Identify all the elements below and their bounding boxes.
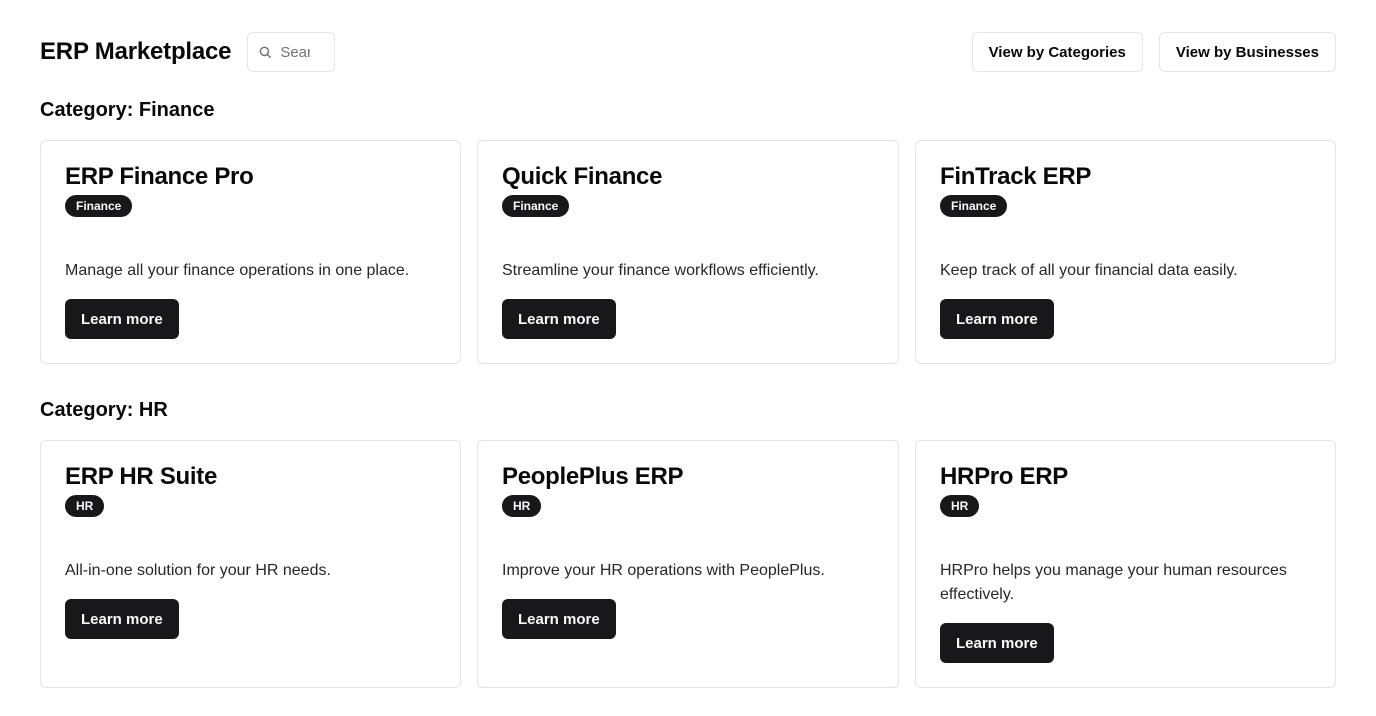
product-card: HRPro ERP HR HRPro helps you manage your… [915, 440, 1336, 688]
product-title: FinTrack ERP [940, 163, 1092, 190]
category-badge: HR [502, 495, 542, 517]
product-card: Quick Finance Finance Streamline your fi… [477, 140, 899, 364]
product-card: ERP Finance Pro Finance Manage all your … [40, 140, 461, 364]
search-box[interactable] [247, 32, 336, 72]
product-title: PeoplePlus ERP [502, 463, 684, 490]
product-card-grid: ERP Finance Pro Finance Manage all your … [40, 140, 1336, 364]
learn-more-button[interactable]: Learn more [502, 599, 616, 639]
product-description: Improve your HR operations with PeoplePl… [502, 562, 825, 579]
product-description: Keep track of all your financial data ea… [940, 262, 1238, 279]
search-input[interactable] [280, 43, 311, 61]
product-card: FinTrack ERP Finance Keep track of all y… [915, 140, 1336, 364]
category-heading: Category: Finance [40, 99, 215, 121]
product-title: ERP Finance Pro [65, 163, 254, 190]
product-description: Streamline your finance workflows effici… [502, 262, 819, 279]
learn-more-button[interactable]: Learn more [940, 299, 1054, 339]
category-badge: HR [940, 495, 980, 517]
learn-more-button[interactable]: Learn more [65, 299, 179, 339]
view-by-businesses-button[interactable]: View by Businesses [1158, 32, 1336, 72]
marketplace-page: ERP Marketplace View by Categories View … [0, 0, 1376, 716]
product-title: HRPro ERP [940, 463, 1068, 490]
category-section-hr: Category: HR ERP HR Suite HR All-in-one … [40, 398, 1336, 688]
category-badge: Finance [940, 195, 1008, 217]
header: ERP Marketplace View by Categories View … [40, 32, 1336, 72]
product-description: HRPro helps you manage your human resour… [940, 562, 1287, 603]
view-by-categories-button[interactable]: View by Categories [971, 32, 1143, 72]
product-title: ERP HR Suite [65, 463, 217, 490]
header-actions: View by Categories View by Businesses [971, 32, 1336, 72]
page-title: ERP Marketplace [40, 38, 232, 65]
learn-more-button[interactable]: Learn more [65, 599, 179, 639]
category-section-finance: Category: Finance ERP Finance Pro Financ… [40, 98, 1336, 364]
learn-more-button[interactable]: Learn more [940, 623, 1054, 663]
learn-more-button[interactable]: Learn more [502, 299, 616, 339]
product-description: Manage all your finance operations in on… [65, 262, 410, 279]
product-card: PeoplePlus ERP HR Improve your HR operat… [477, 440, 899, 688]
category-badge: HR [65, 495, 105, 517]
product-card: ERP HR Suite HR All-in-one solution for … [40, 440, 461, 688]
product-description: All-in-one solution for your HR needs. [65, 562, 331, 579]
category-badge: Finance [502, 195, 570, 217]
search-icon [259, 46, 272, 58]
product-card-grid: ERP HR Suite HR All-in-one solution for … [40, 440, 1336, 688]
product-title: Quick Finance [502, 163, 663, 190]
category-badge: Finance [65, 195, 133, 217]
category-heading: Category: HR [40, 399, 168, 421]
